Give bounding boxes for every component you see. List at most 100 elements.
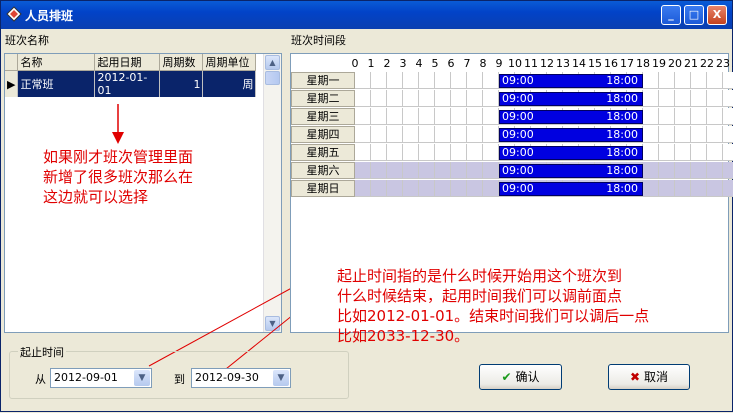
hour-cell[interactable] — [403, 90, 419, 107]
hour-cell[interactable] — [371, 162, 387, 179]
hour-cell[interactable] — [707, 126, 723, 143]
hour-cell[interactable] — [371, 126, 387, 143]
hour-cell[interactable] — [483, 126, 499, 143]
weekday-row[interactable]: 星期四 09:00 18:00 — [291, 126, 733, 143]
hour-cell[interactable] — [355, 72, 371, 89]
hour-cell[interactable] — [371, 90, 387, 107]
hour-cell[interactable] — [419, 180, 435, 197]
hour-cell[interactable] — [467, 126, 483, 143]
hour-cell[interactable] — [435, 144, 451, 161]
hour-cell[interactable] — [419, 162, 435, 179]
hour-cell[interactable] — [387, 144, 403, 161]
hour-cell[interactable] — [435, 162, 451, 179]
dropdown-arrow-icon[interactable]: ▼ — [134, 370, 150, 386]
shift-date-cell[interactable]: 2012-01-01 — [94, 70, 161, 97]
hour-cell[interactable] — [643, 108, 659, 125]
hour-cell[interactable] — [723, 144, 733, 161]
hour-cell[interactable] — [675, 144, 691, 161]
dropdown-arrow-icon[interactable]: ▼ — [273, 370, 289, 386]
maximize-button[interactable]: □ — [684, 5, 704, 25]
hour-cell[interactable] — [419, 72, 435, 89]
column-header-start-date[interactable]: 起用日期 — [94, 54, 161, 71]
scroll-thumb[interactable] — [265, 71, 280, 85]
shift-name-cell[interactable]: 正常班 — [17, 70, 96, 97]
hour-cell[interactable] — [691, 90, 707, 107]
hour-cell[interactable] — [483, 144, 499, 161]
shift-bar[interactable]: 09:00 18:00 — [499, 146, 643, 160]
cancel-button[interactable]: ✖ 取消 — [608, 364, 690, 390]
column-header-cycles[interactable]: 周期数 — [159, 54, 204, 71]
hour-cell[interactable] — [451, 90, 467, 107]
shift-bar[interactable]: 09:00 18:00 — [499, 182, 643, 196]
hour-cell[interactable] — [403, 108, 419, 125]
hour-cell[interactable] — [387, 90, 403, 107]
hour-cell[interactable] — [675, 108, 691, 125]
hour-cell[interactable] — [675, 126, 691, 143]
weekday-row[interactable]: 星期三 09:00 18:00 — [291, 108, 733, 125]
scroll-up-icon[interactable]: ▲ — [265, 55, 280, 70]
hour-cell[interactable] — [387, 108, 403, 125]
hour-cell[interactable] — [723, 180, 733, 197]
weekday-row[interactable]: 星期一 09:00 18:00 — [291, 72, 733, 89]
hour-cell[interactable] — [723, 126, 733, 143]
scroll-down-icon[interactable]: ▼ — [265, 316, 280, 331]
hour-cell[interactable] — [451, 144, 467, 161]
minimize-button[interactable]: _ — [661, 5, 681, 25]
hour-cell[interactable] — [675, 90, 691, 107]
hour-cell[interactable] — [643, 126, 659, 143]
hour-cell[interactable] — [659, 180, 675, 197]
hour-cell[interactable] — [643, 180, 659, 197]
ok-button[interactable]: ✔ 确认 — [479, 364, 562, 390]
hour-cell[interactable] — [355, 90, 371, 107]
hour-cell[interactable] — [403, 72, 419, 89]
hour-cell[interactable] — [707, 108, 723, 125]
hour-cell[interactable] — [467, 90, 483, 107]
hour-cell[interactable] — [659, 126, 675, 143]
close-button[interactable]: X — [707, 5, 727, 25]
column-header-unit[interactable]: 周期单位 — [202, 54, 257, 71]
hour-cell[interactable] — [419, 90, 435, 107]
hour-cell[interactable] — [691, 126, 707, 143]
weekday-row[interactable]: 星期五 09:00 18:00 — [291, 144, 733, 161]
hour-cell[interactable] — [387, 126, 403, 143]
title-bar[interactable]: 人员排班 _ □ X — [1, 1, 732, 29]
hour-cell[interactable] — [435, 126, 451, 143]
hour-cell[interactable] — [723, 90, 733, 107]
hour-cell[interactable] — [707, 180, 723, 197]
table-row[interactable]: ▶ 正常班 2012-01-01 1 周 — [5, 70, 257, 97]
hour-cell[interactable] — [467, 180, 483, 197]
hour-cell[interactable] — [675, 162, 691, 179]
column-header-name[interactable]: 名称 — [17, 54, 96, 71]
hour-cell[interactable] — [659, 90, 675, 107]
hour-cell[interactable] — [707, 144, 723, 161]
hour-cell[interactable] — [451, 180, 467, 197]
hour-cell[interactable] — [467, 72, 483, 89]
list-scrollbar[interactable]: ▲ ▼ — [263, 54, 281, 332]
hour-cell[interactable] — [403, 162, 419, 179]
hour-cell[interactable] — [355, 126, 371, 143]
shift-bar[interactable]: 09:00 18:00 — [499, 128, 643, 142]
hour-cell[interactable] — [435, 72, 451, 89]
hour-cell[interactable] — [691, 72, 707, 89]
shift-bar[interactable]: 09:00 18:00 — [499, 92, 643, 106]
hour-cell[interactable] — [691, 180, 707, 197]
hour-cell[interactable] — [371, 108, 387, 125]
hour-cell[interactable] — [691, 144, 707, 161]
hour-cell[interactable] — [387, 162, 403, 179]
hour-cell[interactable] — [483, 162, 499, 179]
hour-cell[interactable] — [435, 90, 451, 107]
shift-bar[interactable]: 09:00 18:00 — [499, 74, 643, 88]
hour-cell[interactable] — [691, 162, 707, 179]
hour-cell[interactable] — [707, 72, 723, 89]
hour-cell[interactable] — [419, 126, 435, 143]
weekday-row[interactable]: 星期日 09:00 18:00 — [291, 180, 733, 197]
hour-cell[interactable] — [643, 162, 659, 179]
hour-cell[interactable] — [387, 180, 403, 197]
hour-cell[interactable] — [675, 72, 691, 89]
hour-cell[interactable] — [483, 90, 499, 107]
hour-cell[interactable] — [659, 108, 675, 125]
hour-cell[interactable] — [723, 162, 733, 179]
shift-unit-cell[interactable]: 周 — [202, 70, 257, 97]
hour-cell[interactable] — [643, 72, 659, 89]
hour-cell[interactable] — [451, 162, 467, 179]
